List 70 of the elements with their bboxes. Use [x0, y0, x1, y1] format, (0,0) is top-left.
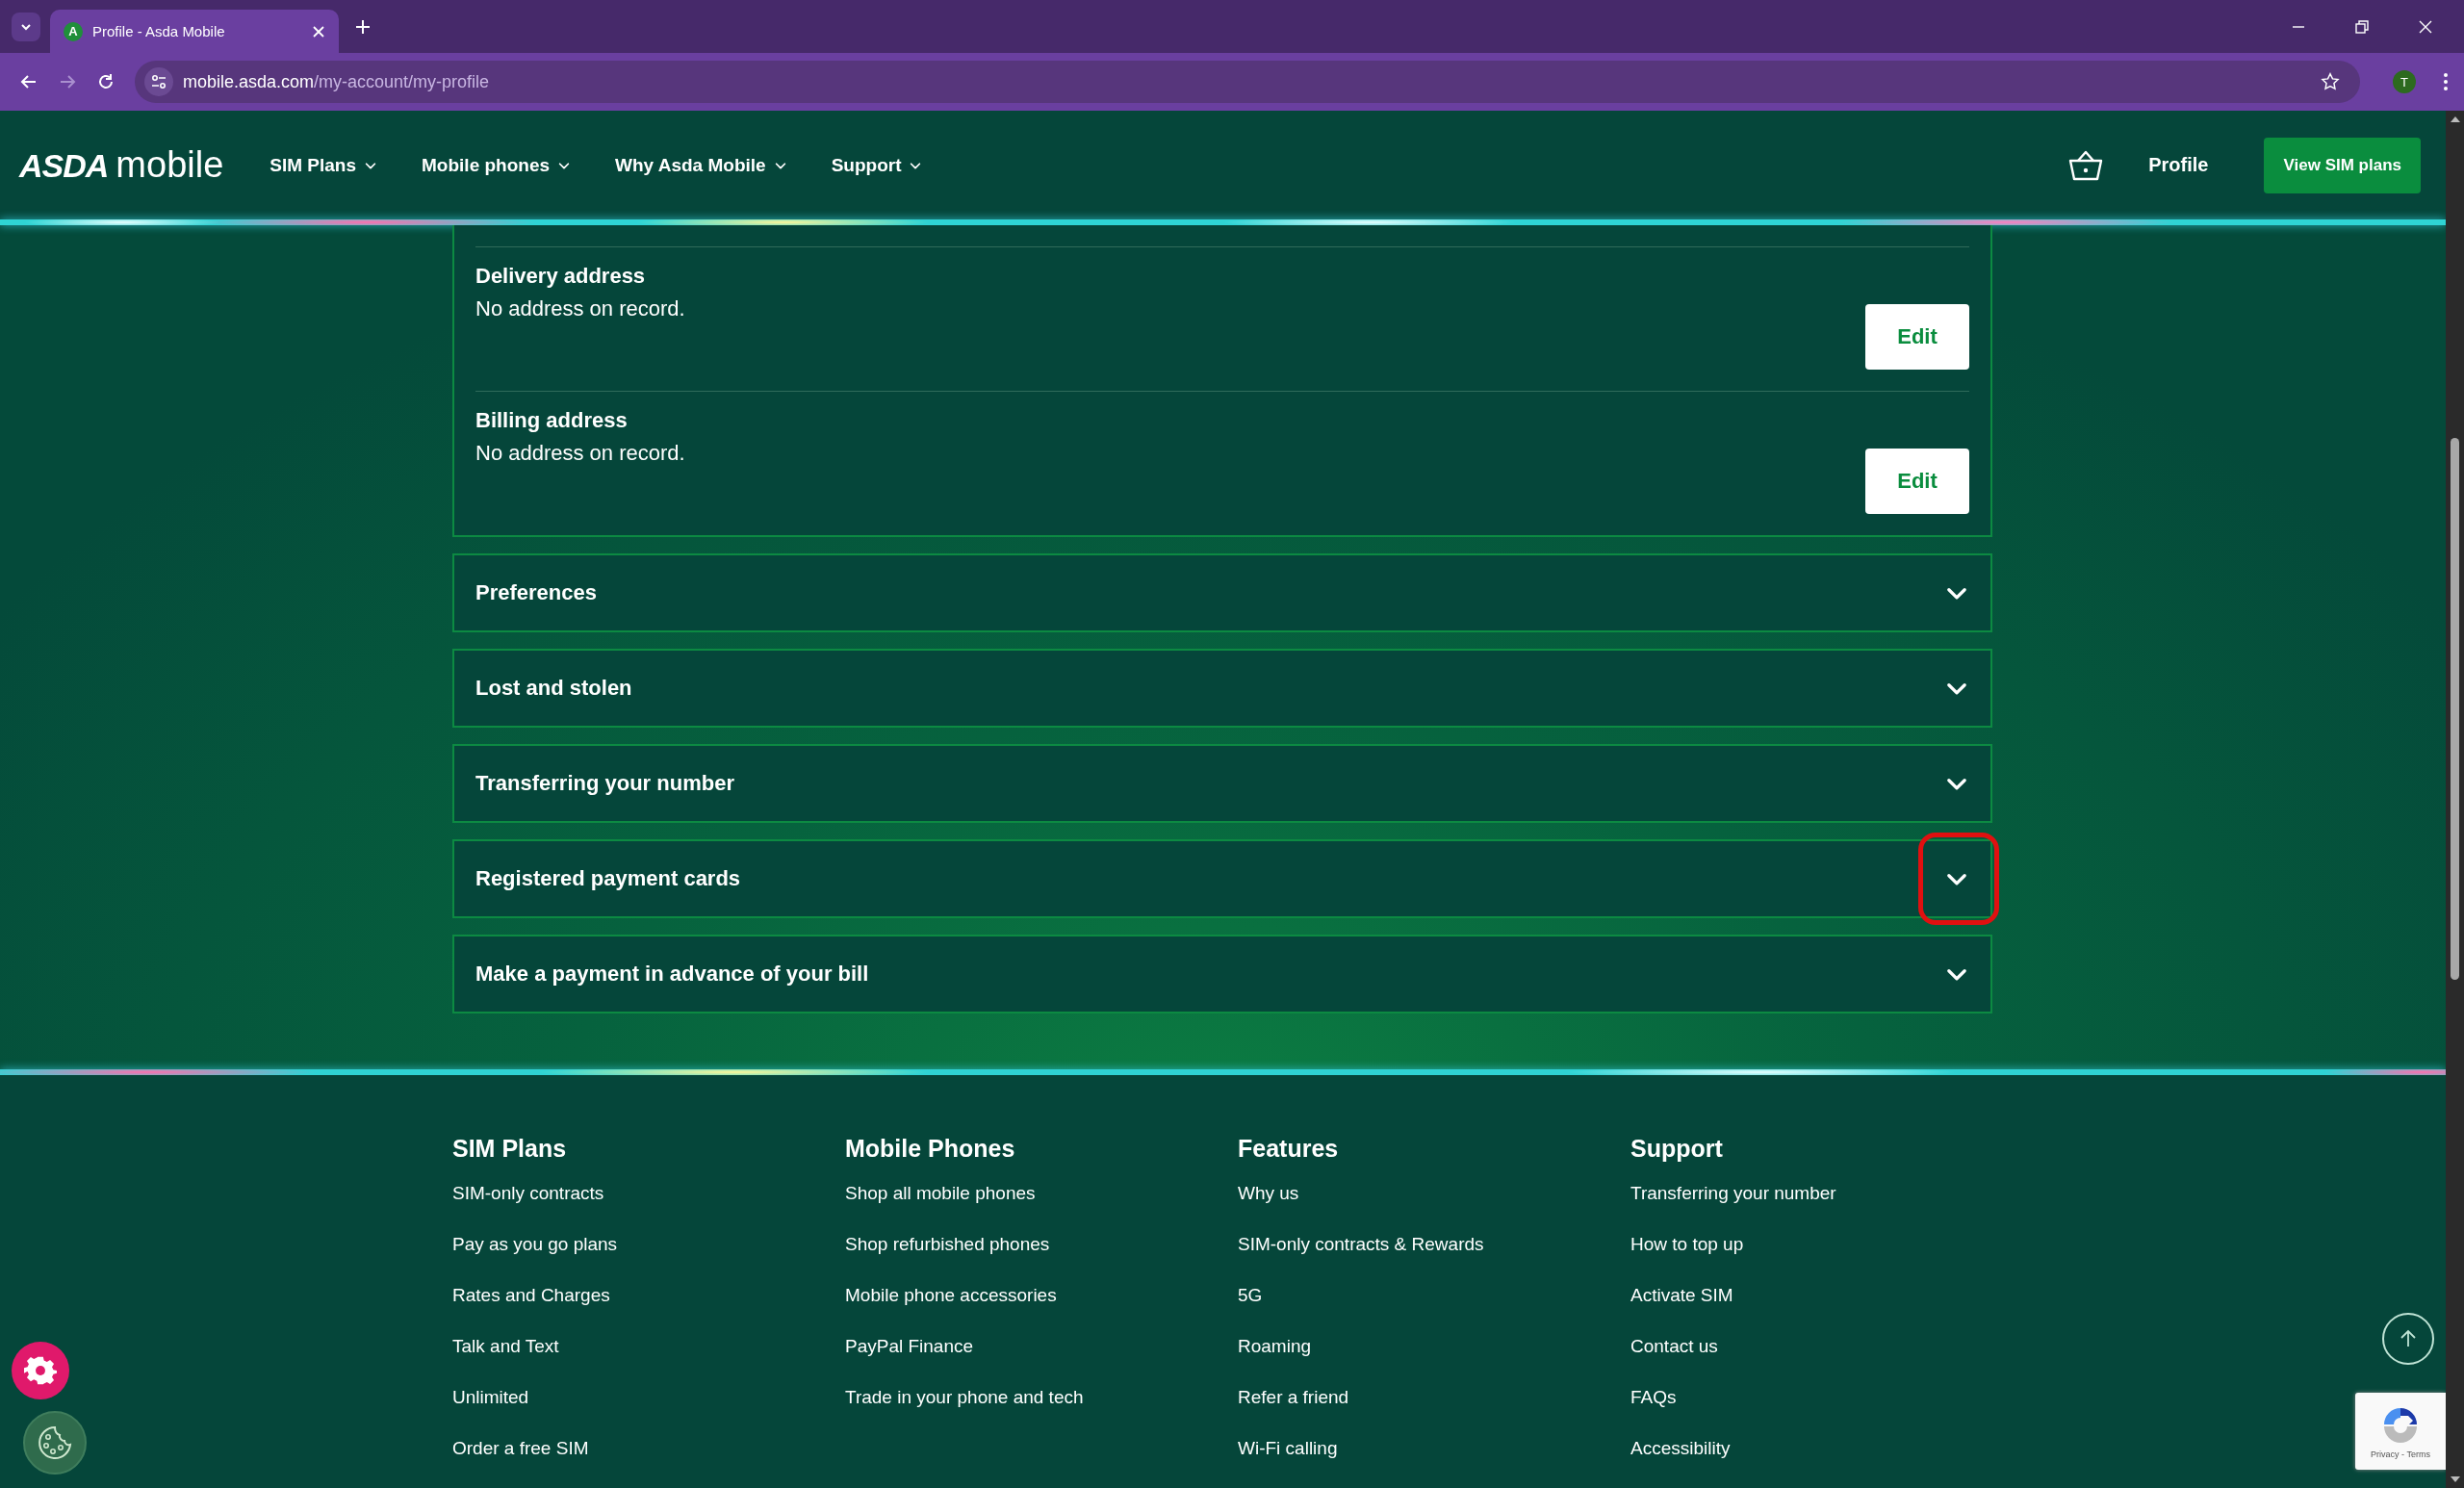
star-icon[interactable] [2320, 71, 2341, 92]
view-sim-plans-button[interactable]: View SIM plans [2264, 137, 2421, 193]
footer-link[interactable]: Transferring your number [1630, 1182, 2023, 1205]
footer-link[interactable]: Unlimited [452, 1386, 845, 1409]
site-settings-icon[interactable] [144, 67, 173, 96]
footer-link[interactable]: Refer a friend [1238, 1386, 1630, 1409]
favicon-icon: A [64, 21, 83, 41]
footer-link[interactable]: How to top up [1630, 1233, 2023, 1256]
nav-menu-item[interactable]: Support [831, 148, 923, 182]
footer-link[interactable]: Shop all mobile phones [845, 1182, 1238, 1205]
accordion-header[interactable]: Preferences [452, 553, 1992, 632]
address-value: No address on record. [475, 295, 685, 322]
tab-title: Profile - Asda Mobile [92, 23, 226, 39]
accordion-header[interactable]: Transferring your number [452, 744, 1992, 823]
accordion-header[interactable]: Registered payment cards [452, 839, 1992, 918]
footer-link[interactable]: Trade in your phone and tech [845, 1386, 1238, 1409]
basket-icon[interactable] [2067, 148, 2105, 182]
footer-link[interactable]: FAQs [1630, 1386, 2023, 1409]
footer-heading: Support [1630, 1135, 1724, 1163]
profile-avatar[interactable]: T [2393, 70, 2416, 93]
footer-link[interactable]: SIM-only contracts & Rewards [1238, 1233, 1630, 1256]
footer-heading: SIM Plans [452, 1135, 568, 1163]
privacy-terms-link[interactable]: Privacy - Terms [2371, 1450, 2430, 1459]
back-to-top-button[interactable] [2382, 1313, 2434, 1365]
address-heading: Billing address [475, 407, 629, 434]
footer-link[interactable]: PayPal Finance [845, 1335, 1238, 1358]
footer-link[interactable]: Pay as you go plans [452, 1233, 845, 1256]
footer-link[interactable]: Activate SIM [1630, 1284, 2023, 1307]
scroll-down-arrow[interactable] [2450, 1476, 2460, 1482]
footer-link[interactable]: Order a free SIM [452, 1437, 845, 1460]
footer-heading: Features [1238, 1135, 1340, 1163]
scrollbar[interactable] [2446, 111, 2464, 1488]
footer-link[interactable]: Why us [1238, 1182, 1630, 1205]
footer-heading: Mobile Phones [845, 1135, 1016, 1163]
scrollbar-thumb[interactable] [2451, 438, 2459, 980]
footer-link[interactable]: Mobile phone accessories [845, 1284, 1238, 1307]
accordion-header[interactable]: Lost and stolen [452, 649, 1992, 728]
restore-icon[interactable] [2354, 18, 2370, 35]
nav-menu-item[interactable]: SIM Plans [270, 148, 378, 182]
url-text: mobile.asda.com/my-account/my-profile [183, 71, 490, 92]
browser-tab[interactable]: A Profile - Asda Mobile [50, 10, 339, 53]
close-icon[interactable] [312, 24, 325, 38]
address-heading: Delivery address [475, 263, 647, 290]
settings-icon [24, 1354, 57, 1387]
edit-button[interactable]: Edit [1865, 304, 1969, 370]
new-tab-icon[interactable] [354, 17, 372, 36]
nav-menu-item[interactable]: Mobile phones [422, 148, 572, 182]
footer-link[interactable]: SIM-only contracts [452, 1182, 845, 1205]
footer-link[interactable]: Rates and Charges [452, 1284, 845, 1307]
footer-link[interactable]: Talk and Text [452, 1335, 845, 1358]
address-bar[interactable]: mobile.asda.com/my-account/my-profile [135, 61, 2360, 103]
nav-menu-item[interactable]: Why Asda Mobile [615, 148, 787, 182]
reload-icon[interactable] [96, 72, 116, 91]
footer-link[interactable]: Shop refurbished phones [845, 1233, 1238, 1256]
menu-icon[interactable] [2443, 71, 2449, 92]
footer-link[interactable]: Wi-Fi calling [1238, 1437, 1630, 1460]
logo-wordmark[interactable]: ASDA [19, 147, 109, 185]
footer-link[interactable]: 5G [1238, 1284, 1630, 1307]
accordion-header[interactable]: Make a payment in advance of your bill [452, 935, 1992, 1013]
footer-link[interactable]: Contact us [1630, 1335, 2023, 1358]
address-value: No address on record. [475, 440, 685, 467]
logo-text[interactable]: mobile [116, 144, 224, 186]
footer-link[interactable]: Accessibility [1630, 1437, 2023, 1460]
profile-link[interactable]: Profile [2148, 154, 2209, 176]
close-icon[interactable] [2418, 18, 2433, 35]
tab-list-button[interactable] [12, 12, 40, 41]
footer-link[interactable]: Roaming [1238, 1335, 1630, 1358]
scroll-up-arrow[interactable] [2450, 116, 2460, 122]
edit-button[interactable]: Edit [1865, 449, 1969, 514]
cookie-icon [36, 1424, 74, 1462]
